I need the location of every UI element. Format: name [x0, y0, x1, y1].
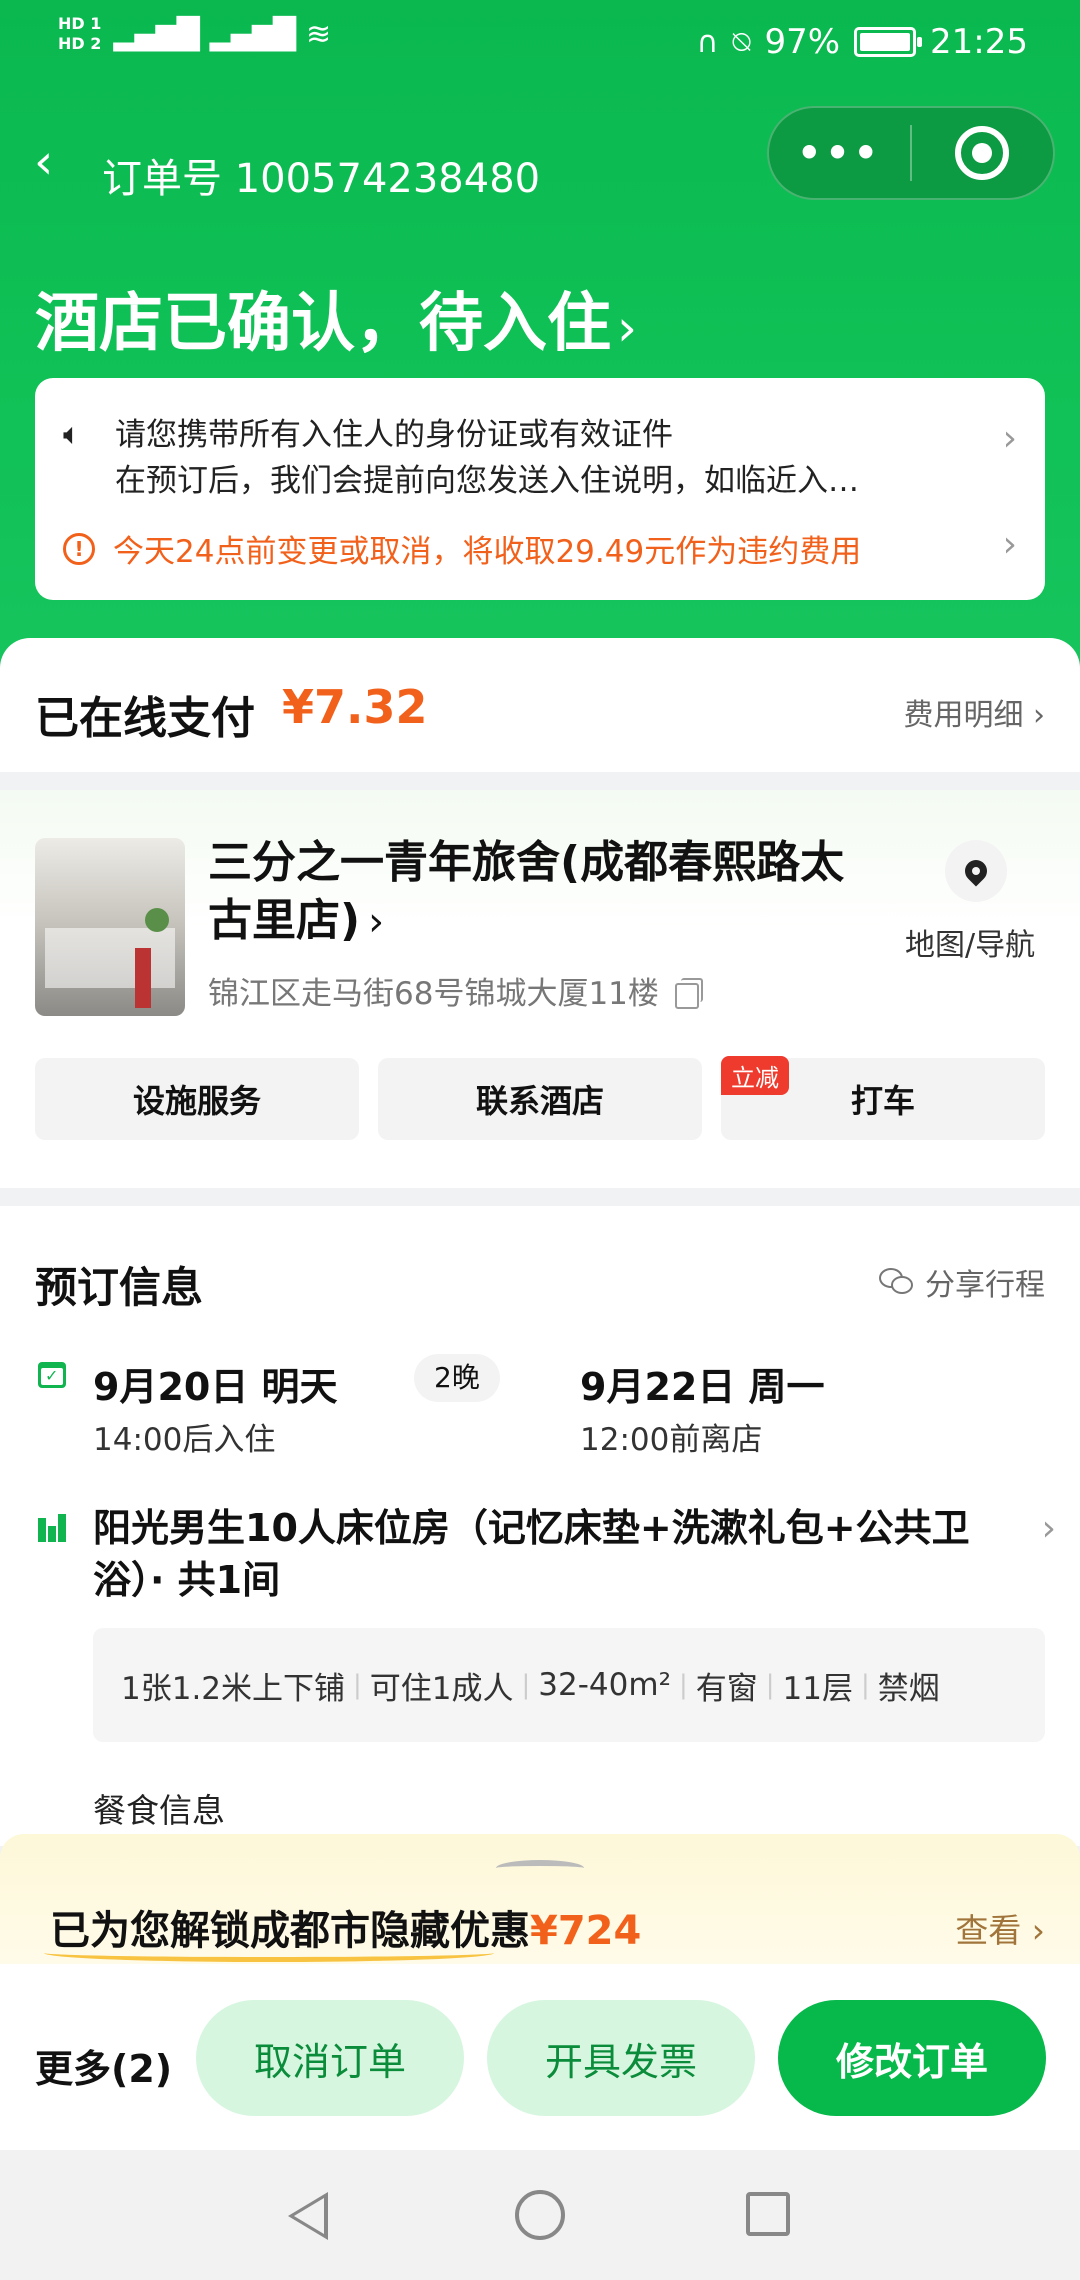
back-icon[interactable]: ‹: [34, 138, 53, 186]
room-type[interactable]: 阳光男生10人床位房（记忆床垫+洗漱礼包+公共卫浴）· 共1间: [93, 1502, 1013, 1606]
calendar-icon: [38, 1362, 66, 1388]
spec-floor: 11层: [782, 1670, 853, 1707]
battery-percent: 97%: [764, 22, 841, 62]
notice-card: 🔈︎ 请您携带所有入住人的身份证或有效证件 在预订后，我们会提前向您发送入住说明…: [35, 378, 1045, 600]
booking-title: 预订信息: [35, 1263, 204, 1312]
map-button[interactable]: [945, 840, 1007, 902]
cancel-order-button[interactable]: 取消订单: [196, 2000, 464, 2116]
location-pin-icon: [960, 855, 992, 887]
booking-info: 预订信息 分享行程 9月20日 明天 14:00后入住 2晚 9月22日 周一 …: [0, 1206, 1080, 1846]
room-specs: 1张1.2米上下铺 | 可住1成人 | 32-40m² | 有窗 | 11层 | 禁烟: [93, 1628, 1045, 1742]
checkin-date: 9月20日 明天: [93, 1365, 338, 1409]
chevron-right-icon: ›: [1002, 524, 1017, 565]
target-icon: [955, 126, 1010, 180]
battery-icon: [854, 27, 923, 57]
speaker-icon: 🔈︎: [63, 417, 81, 452]
nav-bar: ‹ 订单号 100574238480 •••: [0, 106, 1080, 216]
discount-tag: 立减: [721, 1056, 789, 1095]
checkout-date: 9月22日 周一: [580, 1365, 825, 1409]
drawer-handle[interactable]: [496, 1860, 584, 1876]
taxi-label: 打车: [850, 1082, 915, 1120]
warning-text: 今天24点前变更或取消，将收取29.49元作为违约费用: [113, 534, 862, 570]
map-nav-label[interactable]: 地图/导航: [905, 920, 1035, 964]
spec-window: 有窗: [695, 1670, 758, 1707]
notice-line-1: 请您携带所有入住人的身份证或有效证件: [115, 417, 673, 453]
status-bar: HD 1 HD 2 ▂▄▆█ ▂▄▆█ ≋ ∩ ⍉ 97% 21:25: [0, 0, 1080, 92]
promo-banner[interactable]: 已为您解锁成都市隐藏优惠¥724 查看 ›: [0, 1834, 1080, 1964]
share-trip-button[interactable]: 分享行程: [879, 1260, 1045, 1304]
clock: 21:25: [930, 22, 1028, 62]
promo-price: ¥724: [530, 1908, 642, 1954]
chevron-right-icon: ›: [1002, 418, 1017, 459]
more-menu-button[interactable]: •••: [769, 131, 910, 175]
cancellation-warning[interactable]: ! 今天24点前变更或取消，将收取29.49元作为违约费用: [63, 526, 861, 571]
checkin-time: 14:00后入住: [93, 1422, 276, 1458]
building-icon: [38, 1514, 66, 1542]
signal-icon-2: ▂▄▆█: [209, 16, 296, 52]
wechat-icon: [879, 1268, 915, 1296]
hotel-name[interactable]: 三分之一青年旅舍(成都春熙路太古里店) ›: [208, 834, 868, 951]
checkout-time: 12:00前离店: [580, 1422, 763, 1458]
close-miniprogram-button[interactable]: [912, 126, 1053, 180]
headphone-icon: ∩: [696, 24, 719, 60]
spec-occupancy: 可住1成人: [369, 1670, 514, 1707]
modify-order-button[interactable]: 修改订单: [778, 2000, 1046, 2116]
invoice-button[interactable]: 开具发票: [487, 2000, 755, 2116]
meal-info-label: 餐食信息: [93, 1791, 225, 1830]
signal-icon: ▂▄▆█: [113, 16, 199, 52]
payment-amount: ¥7.32: [282, 680, 428, 734]
nights-badge: 2晚: [414, 1354, 500, 1402]
share-label: 分享行程: [925, 1268, 1045, 1303]
spec-bed: 1张1.2米上下铺: [121, 1670, 346, 1707]
alert-icon: !: [63, 532, 95, 565]
hotel-card: 三分之一青年旅舍(成都春熙路太古里店) › 锦江区走马街68号锦城大厦11楼 地图…: [0, 790, 1080, 1188]
hotel-photo[interactable]: [35, 838, 185, 1016]
notice-line-2: 在预订后，我们会提前向您发送入住说明，如临近入…: [115, 463, 859, 499]
sim-labels: HD 1 HD 2: [58, 14, 102, 53]
hotel-actions: 设施服务 联系酒店 立减 打车: [35, 1056, 1045, 1140]
spec-area: 32-40m²: [538, 1667, 672, 1703]
mute-bell-icon: ⍉: [732, 24, 751, 60]
copy-icon[interactable]: [674, 977, 703, 1009]
wifi-icon: ≋: [305, 16, 332, 52]
chevron-right-icon: ›: [617, 299, 637, 357]
more-actions-button[interactable]: 更多(2): [35, 2038, 172, 2093]
header-background: HD 1 HD 2 ▂▄▆█ ▂▄▆█ ≋ ∩ ⍉ 97% 21:25 ‹ 订单…: [0, 0, 1080, 700]
spec-smoking: 禁烟: [877, 1670, 940, 1707]
checkin-notice[interactable]: 🔈︎ 请您携带所有入住人的身份证或有效证件 在预订后，我们会提前向您发送入住说明…: [63, 412, 993, 504]
home-circle-icon[interactable]: [515, 2190, 565, 2240]
order-status-title[interactable]: 酒店已确认，待入住 ›: [35, 272, 637, 364]
fee-detail-link[interactable]: 费用明细 ›: [903, 690, 1045, 734]
payment-label: 已在线支付: [35, 693, 255, 744]
chevron-right-icon: ›: [1041, 1508, 1056, 1549]
promo-view-link[interactable]: 查看 ›: [955, 1904, 1045, 1952]
order-number: 订单号 100574238480: [102, 156, 541, 202]
back-triangle-icon[interactable]: [288, 2192, 328, 2240]
miniprogram-capsule: •••: [767, 106, 1055, 200]
contact-hotel-button[interactable]: 联系酒店: [378, 1058, 702, 1140]
recents-square-icon[interactable]: [746, 2192, 790, 2236]
chevron-right-icon: ›: [368, 899, 385, 945]
facilities-button[interactable]: 设施服务: [35, 1058, 359, 1140]
system-nav-bar: [0, 2150, 1080, 2280]
taxi-button[interactable]: 立减 打车: [721, 1056, 1045, 1140]
hotel-address: 锦江区走马街68号锦城大厦11楼: [208, 968, 703, 1013]
payment-card: 已在线支付 ¥7.32 费用明细 ›: [0, 638, 1080, 772]
promo-text: 已为您解锁成都市隐藏优惠¥724: [50, 1908, 642, 1954]
bottom-action-bar: 更多(2) 取消订单 开具发票 修改订单: [0, 1964, 1080, 2150]
